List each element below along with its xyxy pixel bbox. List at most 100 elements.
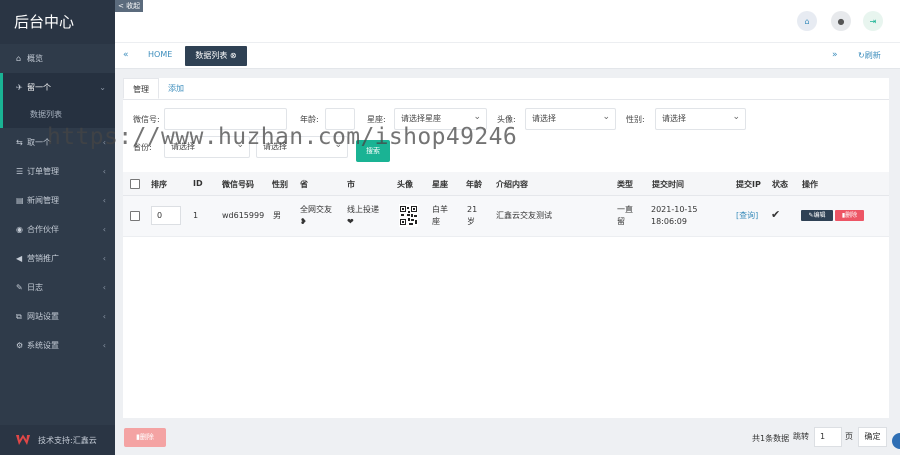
avatar-select[interactable]: 请选择 bbox=[525, 107, 616, 130]
delete-label: 删除 bbox=[845, 212, 858, 219]
sidebar-item-logs[interactable]: ✎ 日志 ‹ bbox=[0, 273, 115, 302]
page-unit-label: 页 bbox=[845, 432, 853, 441]
logout-button[interactable]: ⇥ bbox=[863, 11, 883, 31]
floating-chat-icon[interactable] bbox=[892, 433, 900, 449]
bulk-delete-label: 删除 bbox=[139, 433, 154, 441]
sidebar-item-label: 订单管理 bbox=[27, 167, 59, 176]
sidebar-footer: 技术支持:汇鑫云 bbox=[0, 425, 115, 455]
column-header: ID bbox=[193, 179, 203, 188]
gender-label: 性别: bbox=[626, 115, 645, 124]
tab-data-list[interactable]: 数据列表 ⊗ bbox=[185, 46, 247, 66]
watermark-text: https://www.huzhan.com/ishop49246 bbox=[47, 124, 518, 150]
home-button[interactable]: ⌂ bbox=[797, 11, 817, 31]
gender-select[interactable]: 请选择 bbox=[655, 107, 746, 130]
cell-city-symbol: ❤ bbox=[347, 217, 354, 226]
chevron-left-icon: ‹ bbox=[102, 283, 106, 292]
share-icon: ⇆ bbox=[16, 138, 23, 147]
select-all-checkbox[interactable] bbox=[130, 179, 140, 189]
cell-submit-time: 18:06:09 bbox=[651, 217, 687, 226]
column-header: 市 bbox=[347, 180, 355, 189]
eye-icon: ◉ bbox=[16, 225, 23, 234]
tab-home[interactable]: HOME bbox=[148, 50, 172, 59]
column-header: 头像 bbox=[397, 180, 413, 189]
sidebar-item-label: 系统设置 bbox=[27, 341, 59, 350]
total-count: 共1条数据 bbox=[752, 434, 790, 443]
sidebar-item-orders[interactable]: ☰ 订单管理 ‹ bbox=[0, 157, 115, 186]
chevron-left-icon: ‹ bbox=[102, 341, 106, 350]
cell-type: 一直 bbox=[617, 205, 633, 214]
sidebar-item-leave-one[interactable]: ✈ 留一个 ⌄ bbox=[0, 73, 115, 102]
ip-query-link[interactable]: [查询] bbox=[736, 210, 758, 222]
cell-constellation-suffix: 座 bbox=[432, 217, 440, 226]
cell-intro: 汇鑫云交友测试 bbox=[496, 211, 552, 220]
close-icon[interactable]: ⊗ bbox=[230, 51, 237, 60]
page-number-input[interactable]: 1 bbox=[814, 427, 842, 447]
logout-icon: ⇥ bbox=[869, 16, 877, 26]
gear-icon: ⚙ bbox=[16, 341, 24, 350]
footer-credit: 技术支持:汇鑫云 bbox=[38, 435, 97, 445]
delete-button[interactable]: ▮删除 bbox=[835, 210, 864, 221]
refresh-icon: ↻ bbox=[858, 51, 865, 60]
chevron-left-icon: ‹ bbox=[102, 225, 106, 234]
cell-constellation: 白羊 bbox=[432, 205, 448, 214]
brand-logo-icon bbox=[16, 434, 30, 445]
cell-type-suffix: 留 bbox=[617, 217, 625, 226]
row-checkbox[interactable] bbox=[130, 211, 140, 221]
tab-manage[interactable]: 管理 bbox=[123, 78, 159, 99]
sidebar-item-label: 留一个 bbox=[27, 83, 51, 92]
column-header: 性别 bbox=[272, 180, 288, 189]
column-header: 排序 bbox=[151, 180, 167, 189]
bullhorn-icon: ◀ bbox=[16, 254, 23, 263]
sidebar-item-overview[interactable]: ⌂ 概览 bbox=[0, 44, 115, 73]
edit-icon: ✎ bbox=[16, 283, 23, 292]
cell-city: 线上投递 bbox=[347, 205, 379, 214]
sidebar: 后台中心 ⌂ 概览 ✈ 留一个 ⌄ 数据列表 ⇆ 取一个 ‹ ☰ 订单管理 ‹ … bbox=[0, 0, 115, 455]
cell-age-unit: 岁 bbox=[467, 217, 475, 226]
bulk-delete-button[interactable]: ▮删除 bbox=[124, 428, 166, 447]
refresh-label: 刷新 bbox=[864, 51, 881, 60]
edit-button[interactable]: ✎编辑 bbox=[801, 210, 833, 221]
sidebar-item-news[interactable]: ▤ 新闻管理 ‹ bbox=[0, 186, 115, 215]
sidebar-item-partners[interactable]: ◉ 合作伙伴 ‹ bbox=[0, 215, 115, 244]
sidebar-item-label: 营销推广 bbox=[27, 254, 59, 263]
column-header: 介绍内容 bbox=[496, 180, 528, 189]
home-icon: ⌂ bbox=[804, 16, 810, 26]
sidebar-item-site-settings[interactable]: ⧉ 网站设置 ‹ bbox=[0, 302, 115, 331]
sidebar-item-label: 新闻管理 bbox=[27, 196, 59, 205]
tab-scroll-right-icon[interactable]: » bbox=[832, 50, 838, 60]
list-icon: ☰ bbox=[16, 167, 24, 176]
column-header: 微信号码 bbox=[222, 180, 254, 189]
column-header: 状态 bbox=[772, 180, 788, 189]
qr-code-avatar[interactable] bbox=[399, 204, 418, 227]
sidebar-item-system-settings[interactable]: ⚙ 系统设置 ‹ bbox=[0, 331, 115, 360]
refresh-button[interactable]: ↻刷新 bbox=[858, 50, 881, 61]
sidebar-item-label: 日志 bbox=[27, 283, 43, 292]
chevron-left-icon: ‹ bbox=[102, 254, 106, 263]
user-icon: ● bbox=[837, 16, 845, 26]
top-bar: ⌂ ● ⇥ bbox=[115, 0, 900, 42]
column-header: 提交时间 bbox=[652, 180, 684, 189]
user-button[interactable]: ● bbox=[831, 11, 851, 31]
sidebar-item-label: 网站设置 bbox=[27, 312, 59, 321]
content-tabs: 管理 添加 bbox=[123, 78, 889, 100]
tab-add[interactable]: 添加 bbox=[159, 78, 193, 99]
cell-id: 1 bbox=[193, 211, 199, 220]
edit-label: 编辑 bbox=[813, 212, 826, 219]
sidebar-item-marketing[interactable]: ◀ 营销推广 ‹ bbox=[0, 244, 115, 273]
news-icon: ▤ bbox=[16, 196, 24, 205]
cell-age: 21 bbox=[467, 205, 478, 214]
collapse-sidebar-button[interactable]: < 收起 bbox=[115, 0, 144, 12]
column-header: 星座 bbox=[432, 180, 448, 189]
tab-scroll-left-icon[interactable]: « bbox=[123, 50, 129, 60]
sidebar-item-label: 概览 bbox=[27, 54, 43, 63]
sidebar-item-label: 合作伙伴 bbox=[27, 225, 59, 234]
order-input[interactable]: 0 bbox=[151, 206, 181, 225]
cell-gender: 男 bbox=[273, 211, 281, 220]
status-check-icon: ✔ bbox=[771, 208, 781, 221]
home-icon: ⌂ bbox=[16, 54, 22, 63]
page-confirm-button[interactable]: 确定 bbox=[858, 427, 887, 447]
cell-submit-date: 2021-10-15 bbox=[651, 205, 698, 214]
jump-label: 跳转 bbox=[793, 432, 809, 441]
cell-wechat: wd615999 bbox=[222, 211, 265, 220]
column-header: 操作 bbox=[802, 180, 818, 189]
